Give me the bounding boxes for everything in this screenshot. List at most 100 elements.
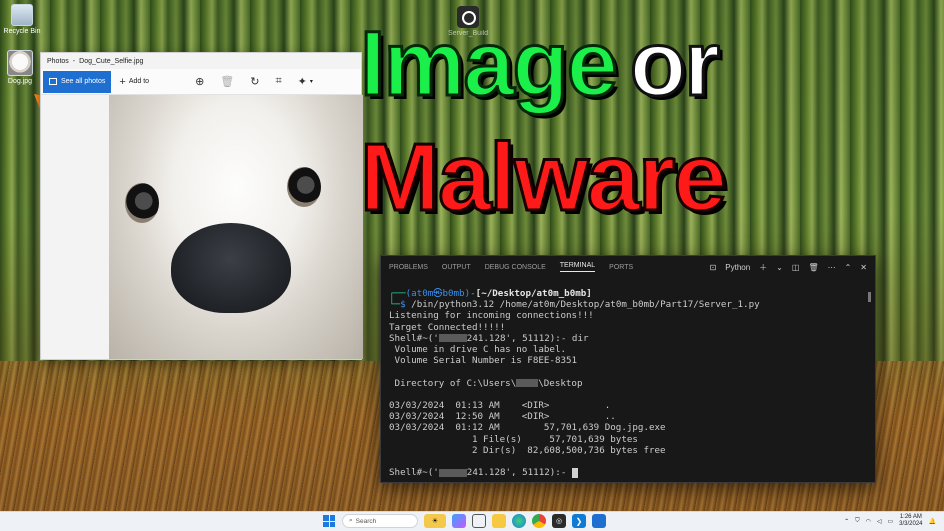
prompt-user: (at0m㉿b0mb): [405, 288, 471, 299]
delete-button[interactable]: 🗑: [212, 71, 242, 93]
dir-output-line: Volume in drive C has no label.: [389, 344, 567, 356]
title-separator: -: [72, 57, 76, 65]
plus-icon: +: [119, 75, 126, 88]
search-icon: ⌕: [349, 517, 353, 524]
edit-button[interactable]: ✦ ▾: [290, 71, 321, 93]
split-terminal-icon[interactable]: ◫: [792, 263, 800, 272]
tab-ports[interactable]: PORTS: [609, 264, 633, 271]
widgets-button[interactable]: ☀: [424, 514, 446, 528]
shell-command: dir: [571, 332, 589, 344]
zoom-in-icon: ⊕: [195, 76, 205, 88]
rotate-icon: ↻: [250, 76, 260, 88]
add-to-button[interactable]: + Add to: [111, 71, 157, 93]
output-line: Target Connected!!!!!: [389, 321, 506, 333]
vscode-button[interactable]: ❯: [572, 514, 586, 528]
wifi-icon[interactable]: ◠: [866, 518, 871, 525]
windows-taskbar: ⌕ Search ☀ ◎ ❯ ⌃ ⛉ ◠ ◁ ▭ 1:26 AM 3/3/202…: [0, 511, 944, 531]
task-view-button[interactable]: [472, 514, 486, 528]
rotate-button[interactable]: ↻: [242, 71, 267, 93]
chevron-down-icon: ▾: [309, 79, 313, 85]
notification-bell-icon[interactable]: 🔔: [929, 518, 936, 525]
more-actions-icon[interactable]: ⋯: [828, 263, 836, 272]
headline-word-or: or: [628, 13, 721, 115]
prompt-dir: [~/Desktop/at0m_b0mb]: [475, 288, 592, 299]
terminal-profile-icon: ⊡: [709, 262, 717, 272]
tab-debug-console[interactable]: DEBUG CONSOLE: [485, 264, 546, 271]
zoom-in-button[interactable]: ⊕: [187, 71, 212, 93]
close-panel-icon[interactable]: ✕: [860, 263, 867, 272]
vscode-terminal-panel: PROBLEMS OUTPUT DEBUG CONSOLE TERMINAL P…: [380, 255, 876, 483]
edge-button[interactable]: [512, 514, 526, 528]
crop-icon: ⌗: [275, 75, 282, 87]
desktop-icon-label: Recycle Bin: [3, 28, 41, 35]
shell-prefix: Shell#~(': [389, 332, 439, 344]
vscode-icon: ❯: [575, 516, 583, 526]
taskbar-apps: ⌕ Search ☀ ◎ ❯: [322, 514, 606, 528]
gallery-icon: [49, 78, 57, 85]
dog-left-eye: [125, 183, 159, 223]
photos-button[interactable]: [592, 514, 606, 528]
taskbar-search-box[interactable]: ⌕ Search: [342, 514, 418, 528]
chevron-down-icon[interactable]: ⌄: [776, 263, 783, 272]
desktop-icon-label: Dog.jpg: [7, 78, 33, 85]
recycle-bin-desktop-icon[interactable]: Recycle Bin: [2, 4, 42, 35]
security-button[interactable]: ◎: [552, 514, 566, 528]
volume-icon[interactable]: ◁: [877, 518, 882, 525]
image-file-icon: [7, 50, 33, 76]
battery-icon[interactable]: ▭: [887, 518, 893, 525]
system-tray: ⌃ ⛉ ◠ ◁ ▭ 1:26 AM 3/3/2024 🔔: [844, 514, 936, 528]
clock-time: 1:26 AM: [899, 514, 922, 520]
security-icon: ◎: [555, 518, 563, 525]
dir-entry: 03/03/2024 12:50 AM <DIR> ..: [389, 411, 616, 423]
file-explorer-button[interactable]: [492, 514, 506, 528]
headline-line-1: Image or: [359, 17, 722, 112]
see-all-photos-button[interactable]: See all photos: [43, 70, 112, 93]
taskbar-clock[interactable]: 1:26 AM 3/3/2024: [899, 514, 922, 528]
widgets-icon: ☀: [431, 518, 439, 525]
shell-ip: 241.128', 51112):-: [466, 332, 572, 344]
terminal-profile-label[interactable]: Python: [725, 263, 750, 272]
photos-app-window: Photos - Dog_Cute_Selfie.jpg See all pho…: [40, 52, 363, 360]
prompt-arrow: └─: [389, 299, 401, 311]
photos-app-name: Photos: [47, 57, 69, 65]
redacted-username: [516, 379, 539, 388]
photos-toolbar: See all photos + Add to ⊕ 🗑 ↻ ⌗ ✦ ▾: [41, 69, 361, 95]
tab-problems[interactable]: PROBLEMS: [389, 264, 428, 271]
tab-output[interactable]: OUTPUT: [442, 264, 471, 271]
recycle-bin-icon: [11, 4, 33, 26]
dog-right-eye: [287, 167, 321, 207]
redacted-ip: [438, 468, 467, 477]
delete-icon: 🗑: [220, 76, 235, 88]
search-placeholder: Search: [355, 517, 377, 525]
tab-terminal[interactable]: TERMINAL: [559, 262, 596, 272]
kill-terminal-icon[interactable]: 🗑: [808, 263, 818, 272]
windows-logo-icon: [323, 515, 335, 527]
add-to-label: Add to: [128, 78, 150, 85]
maximize-panel-icon[interactable]: ⌃: [845, 263, 852, 272]
headline-word-image: Image: [359, 13, 620, 115]
output-line: Listening for incoming connections!!!: [389, 310, 594, 322]
prompt-dollar: $: [400, 299, 412, 311]
dir-output-line: Volume Serial Number is F8EE-8351: [389, 355, 578, 367]
prompt-corner: ┌──: [389, 288, 406, 299]
redacted-ip: [438, 334, 467, 343]
edit-icon: ✦: [297, 76, 307, 88]
dir-summary: 2 Dir(s) 82,608,500,736 bytes free: [389, 444, 666, 456]
new-terminal-plus-icon[interactable]: ＋: [759, 262, 767, 273]
start-button[interactable]: [322, 514, 336, 528]
terminal-output[interactable]: ┌──(at0m㉿b0mb)-[~/Desktop/at0m_b0mb] └─$…: [381, 278, 875, 478]
crop-button[interactable]: ⌗: [267, 71, 289, 93]
tray-chevron-icon[interactable]: ⌃: [844, 518, 849, 525]
dog-photo: [109, 95, 363, 359]
dir-summary: 1 File(s) 57,701,639 bytes: [389, 433, 638, 445]
dir-header-suffix: \Desktop: [538, 377, 583, 389]
shell-prefix: Shell#~(': [389, 467, 439, 479]
see-all-label: See all photos: [61, 78, 106, 85]
chrome-button[interactable]: [532, 514, 546, 528]
copilot-button[interactable]: [452, 514, 466, 528]
dog-jpg-desktop-icon[interactable]: Dog.jpg: [0, 50, 40, 85]
photos-titlebar: Photos - Dog_Cute_Selfie.jpg: [41, 53, 361, 69]
terminal-scrollbar[interactable]: [868, 292, 871, 302]
tray-security-icon[interactable]: ⛉: [855, 518, 860, 525]
photos-file-name: Dog_Cute_Selfie.jpg: [79, 57, 144, 65]
